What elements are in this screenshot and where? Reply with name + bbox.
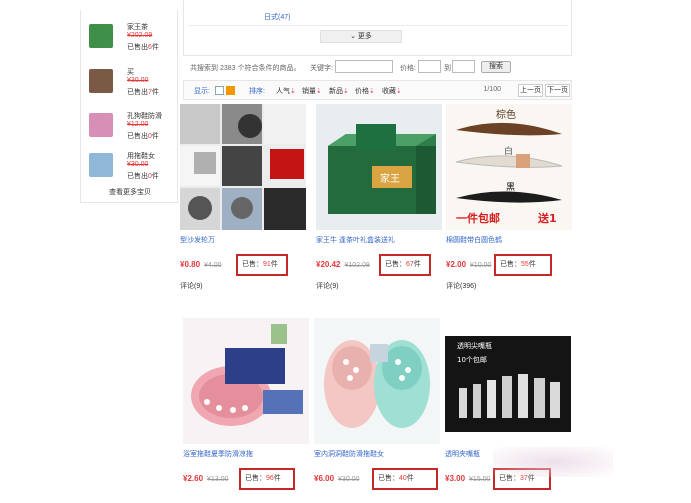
sold-count-highlight: 已售：40件: [372, 468, 438, 490]
svg-text:白: 白: [504, 145, 513, 157]
list-view-icon[interactable]: [215, 86, 224, 95]
prev-page-button[interactable]: 上一页: [518, 84, 543, 97]
product-title[interactable]: 家王牛 逢茶叶礼盒装送礼: [316, 235, 442, 245]
sidebar-item-sold: 已售出0件: [127, 133, 159, 140]
sort-arrow-icon: ⇣: [396, 88, 402, 95]
sold-count-highlight: 已售：67件: [379, 254, 431, 276]
sidebar-thumb[interactable]: [89, 69, 113, 93]
svg-text:透明尖嘴瓶: 透明尖嘴瓶: [457, 341, 492, 350]
chevron-down-icon: ⌄: [350, 33, 358, 40]
svg-text:一件包邮: 一件包邮: [456, 211, 500, 225]
product-title[interactable]: 室内洞洞鞋防滑拖鞋女: [314, 449, 440, 459]
price-max-input[interactable]: [452, 60, 475, 73]
keyword-input[interactable]: [335, 60, 393, 73]
product-title[interactable]: 浴室拖鞋夏季防滑凉拖: [183, 449, 309, 459]
hole-slipper-image: [314, 318, 440, 444]
caster-wheels-image: [180, 104, 306, 230]
product-price: ¥20.42 ¥102.09: [316, 260, 370, 269]
sidebar-item-name[interactable]: 用拖鞋女: [127, 151, 155, 161]
svg-text:10个包邮: 10个包邮: [457, 355, 487, 364]
sidebar-item[interactable]: 用拖鞋女 ¥30.00 已售出0件: [87, 149, 177, 185]
display-label: 显示:: [194, 88, 210, 95]
svg-text:黑: 黑: [506, 182, 515, 193]
product-image[interactable]: 透明尖嘴瓶 10个包邮: [445, 318, 571, 444]
sidebar-item-price: ¥202.09: [127, 32, 153, 39]
sort-sales[interactable]: 销量⇣: [302, 86, 322, 96]
product-image[interactable]: [180, 104, 306, 230]
sort-price[interactable]: 价格⇣: [355, 86, 375, 96]
next-page-button[interactable]: 下一页: [545, 84, 570, 97]
product-price: ¥3.00 ¥15.00: [445, 474, 491, 483]
product-image[interactable]: 家王: [316, 104, 442, 230]
filter-more-button[interactable]: ⌄ 更多: [320, 30, 402, 43]
sidebar-item-sold: 已售出7件: [127, 89, 159, 96]
sort-arrow-icon: ⇣: [343, 88, 349, 95]
sort-arrow-icon: ⇣: [290, 88, 296, 95]
tea-box-image: 家王: [316, 104, 442, 230]
svg-text:棕色: 棕色: [496, 108, 516, 121]
product-price: ¥6.00 ¥30.00: [314, 474, 360, 483]
product-price: ¥2.00 ¥10.00: [446, 260, 492, 269]
sort-arrow-icon: ⇣: [316, 88, 322, 95]
sidebar-item-price: ¥12.00: [127, 121, 149, 128]
sidebar-item[interactable]: 家王茶 ¥202.09 已售出6件: [87, 20, 177, 56]
svg-text:送1: 送1: [537, 211, 557, 225]
sidebar-thumb[interactable]: [89, 153, 113, 177]
sidebar-item-name[interactable]: 家王茶: [127, 22, 148, 32]
product-image[interactable]: 棕色 白 黑 一件包邮 送1: [446, 104, 572, 230]
sidebar-item-name[interactable]: 孔狗鞋防滑: [127, 111, 162, 121]
product-title[interactable]: 棉圆鞋带白圆色鹤: [446, 235, 572, 245]
search-bar: 共搜索到 2383 个符合条件的商品。 关键字: 价格: 到 搜索: [190, 60, 572, 76]
page-indicator: 1/100: [483, 86, 501, 93]
filter-brand-link[interactable]: 日式(47): [264, 12, 290, 22]
product-title[interactable]: 型沙发轮万: [180, 235, 306, 245]
sidebar-more-link[interactable]: 查看更多宝贝: [81, 187, 179, 197]
result-count-text: 共搜索到 2383 个符合条件的商品。: [190, 65, 301, 72]
sort-label: 排序:: [249, 88, 265, 95]
price-label: 价格:: [400, 65, 416, 72]
sort-arrow-icon: ⇣: [369, 88, 375, 95]
sidebar-item-sold: 已售出0件: [127, 173, 159, 180]
sidebar-recommend: 家王茶 ¥202.09 已售出6件 买 ¥30.00 已售出7件 孔狗鞋防滑 ¥…: [80, 10, 178, 203]
sold-count-highlight: 已售：55件: [494, 254, 552, 276]
review-count[interactable]: 评论(396): [446, 281, 476, 291]
sort-new[interactable]: 新品⇣: [329, 86, 349, 96]
divider: [188, 25, 568, 26]
review-count[interactable]: 评论(9): [180, 281, 203, 291]
svg-text:家王: 家王: [380, 172, 400, 185]
filter-panel: 日式(47) ⌄ 更多: [183, 0, 572, 56]
sold-count-highlight: 已售：91件: [236, 254, 288, 276]
product-price: ¥2.60 ¥13.00: [183, 474, 229, 483]
sort-toolbar: 显示: 排序: 人气⇣ 销量⇣ 新品⇣ 价格⇣ 收藏⇣ 1/100 上一页 下一…: [183, 80, 572, 100]
sort-popularity[interactable]: 人气⇣: [276, 86, 296, 96]
sidebar-item-price: ¥30.00: [127, 161, 149, 168]
product-price: ¥0.80 ¥4.00: [180, 260, 222, 269]
price-to-label: 到: [444, 65, 451, 72]
sidebar-item[interactable]: 孔狗鞋防滑 ¥12.00 已售出0件: [87, 109, 177, 145]
sold-count-highlight: 已售：96件: [239, 468, 295, 490]
grid-view-icon[interactable]: [226, 86, 235, 95]
sidebar-item[interactable]: 买 ¥30.00 已售出7件: [87, 65, 177, 101]
sort-favorites[interactable]: 收藏⇣: [382, 86, 402, 96]
sidebar-item-price: ¥30.00: [127, 77, 149, 84]
product-image[interactable]: [183, 318, 309, 444]
price-min-input[interactable]: [418, 60, 441, 73]
sidebar-thumb[interactable]: [89, 24, 113, 48]
watermark-blur: [493, 447, 613, 477]
sidebar-item-sold: 已售出6件: [127, 44, 159, 51]
bath-slipper-image: [183, 318, 309, 444]
sidebar-item-name[interactable]: 买: [127, 67, 134, 77]
keyword-label: 关键字:: [310, 65, 333, 72]
product-image[interactable]: [314, 318, 440, 444]
review-count[interactable]: 评论(9): [316, 281, 339, 291]
shoelace-image: 棕色 白 黑 一件包邮 送1: [446, 104, 572, 230]
sidebar-thumb[interactable]: [89, 113, 113, 137]
squeeze-bottle-image: 透明尖嘴瓶 10个包邮: [445, 318, 571, 444]
search-button[interactable]: 搜索: [481, 61, 511, 73]
